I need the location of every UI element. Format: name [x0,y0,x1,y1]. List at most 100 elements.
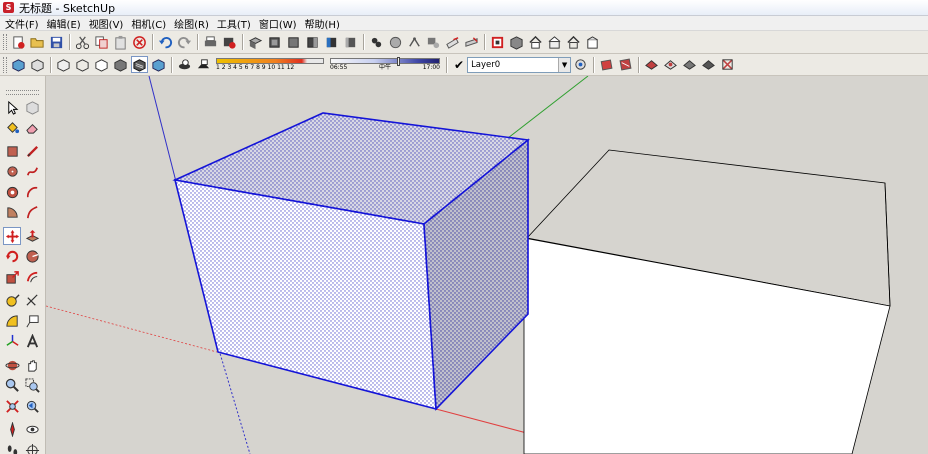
monochrome-style-icon[interactable] [150,56,167,73]
zoom-extents-icon[interactable] [3,397,21,415]
dimension-tool-icon[interactable] [23,292,41,310]
new-file-icon[interactable] [10,34,27,51]
menu-help[interactable]: 帮助(H) [303,16,346,31]
text-label-icon[interactable] [425,34,442,51]
offset-tool-icon[interactable] [23,268,41,286]
paint-bucket-icon[interactable] [3,119,21,137]
menu-edit[interactable]: 编辑(E) [45,16,87,31]
layer-dropdown[interactable]: Layer0 ▼ [467,56,572,73]
sandbox-5-icon[interactable] [719,56,736,73]
time-scale-bar[interactable] [330,57,440,66]
xray-face-style-icon[interactable] [55,56,72,73]
shadow-time-slider[interactable]: 06:55 中午 17:00 [330,57,440,71]
camera-top-icon[interactable] [266,34,283,51]
xray-icon[interactable] [368,34,385,51]
wireframe-style-icon[interactable] [74,56,91,73]
follow-me-icon[interactable] [23,248,41,266]
walk-footprints-icon[interactable] [3,441,21,454]
sphere-icon[interactable] [387,34,404,51]
camera-right-icon[interactable] [304,34,321,51]
sandbox-2-icon[interactable] [662,56,679,73]
previous-view-icon[interactable] [23,397,41,415]
text-tool-icon[interactable] [23,312,41,330]
shadow-settings-icon[interactable] [176,56,193,73]
protractor-icon[interactable] [3,312,21,330]
dimension-icon[interactable] [406,34,423,51]
rectangle-tool-icon[interactable] [3,142,21,160]
push-pull-icon[interactable] [23,227,41,245]
polygon-tool-icon[interactable] [3,183,21,201]
menu-window[interactable]: 窗口(W) [257,16,303,31]
menu-file[interactable]: 文件(F) [3,16,45,31]
section-display-icon[interactable] [463,34,480,51]
erase-delete-icon[interactable] [131,34,148,51]
freehand-tool-icon[interactable] [23,163,41,181]
line-pencil-icon[interactable] [23,142,41,160]
sandbox-1-icon[interactable] [643,56,660,73]
toolbar-grip[interactable] [3,34,7,50]
save-icon[interactable] [48,34,65,51]
house-3-icon[interactable] [565,34,582,51]
menu-draw[interactable]: 绘图(R) [172,16,215,31]
section-plane-icon[interactable] [444,34,461,51]
scene-canvas[interactable] [46,76,928,454]
orbit-icon[interactable] [3,356,21,374]
camera-left-icon[interactable] [342,34,359,51]
eraser-icon[interactable] [23,119,41,137]
open-folder-icon[interactable] [29,34,46,51]
menu-tools[interactable]: 工具(T) [215,16,257,31]
two-point-arc-icon[interactable] [23,204,41,222]
zoom-icon[interactable] [3,377,21,395]
time-slider-knob[interactable] [397,57,400,66]
paint-red-icon[interactable] [598,56,615,73]
shaded-style-icon[interactable] [112,56,129,73]
component-icon[interactable] [508,34,525,51]
style-2-icon[interactable] [29,56,46,73]
move-tool-icon[interactable] [3,227,21,246]
copy-icon[interactable] [93,34,110,51]
arc-tool-icon[interactable] [23,183,41,201]
menu-camera[interactable]: 相机(C) [129,16,172,31]
hidden-line-style-icon[interactable] [93,56,110,73]
circle-tool-icon[interactable] [3,163,21,181]
3d-text-icon[interactable] [23,333,41,351]
warehouse-icon[interactable] [489,34,506,51]
look-around-icon[interactable] [23,421,41,439]
house-icon[interactable] [527,34,544,51]
tape-measure-icon[interactable] [3,292,21,310]
camera-back-icon[interactable] [323,34,340,51]
style-icon[interactable] [10,56,27,73]
layer-manager-icon[interactable] [572,56,589,73]
pie-tool-icon[interactable] [3,204,21,222]
make-component-icon[interactable] [23,98,41,116]
house-2-icon[interactable] [546,34,563,51]
pan-hand-icon[interactable] [23,356,41,374]
paste-icon[interactable] [112,34,129,51]
cut-icon[interactable] [74,34,91,51]
display-shadows-icon[interactable] [195,56,212,73]
camera-iso-icon[interactable] [247,34,264,51]
redo-icon[interactable] [176,34,193,51]
model-info-icon[interactable] [221,34,238,51]
zoom-window-icon[interactable] [23,377,41,395]
toolbar-grip[interactable] [6,90,39,95]
paint-pattern-icon[interactable] [617,56,634,73]
undo-icon[interactable] [157,34,174,51]
axes-tool-icon[interactable] [3,333,21,351]
rotate-tool-icon[interactable] [3,248,21,266]
house-4-icon[interactable] [584,34,601,51]
select-arrow-icon[interactable] [3,98,21,116]
menu-view[interactable]: 视图(V) [87,16,130,31]
sandbox-4-icon[interactable] [700,56,717,73]
scale-tool-icon[interactable] [3,268,21,286]
camera-front-icon[interactable] [285,34,302,51]
print-icon[interactable] [202,34,219,51]
shadow-month-slider[interactable]: 1 2 3 4 5 6 7 8 9 10 11 12 [216,58,324,71]
shaded-textures-style-icon[interactable] [131,56,148,73]
section-plane-tool-icon[interactable] [23,441,41,454]
chevron-down-icon[interactable]: ▼ [558,57,571,72]
position-camera-icon[interactable] [3,421,21,439]
drawing-viewport[interactable] [46,76,928,454]
sandbox-3-icon[interactable] [681,56,698,73]
toolbar-grip[interactable] [3,56,7,73]
